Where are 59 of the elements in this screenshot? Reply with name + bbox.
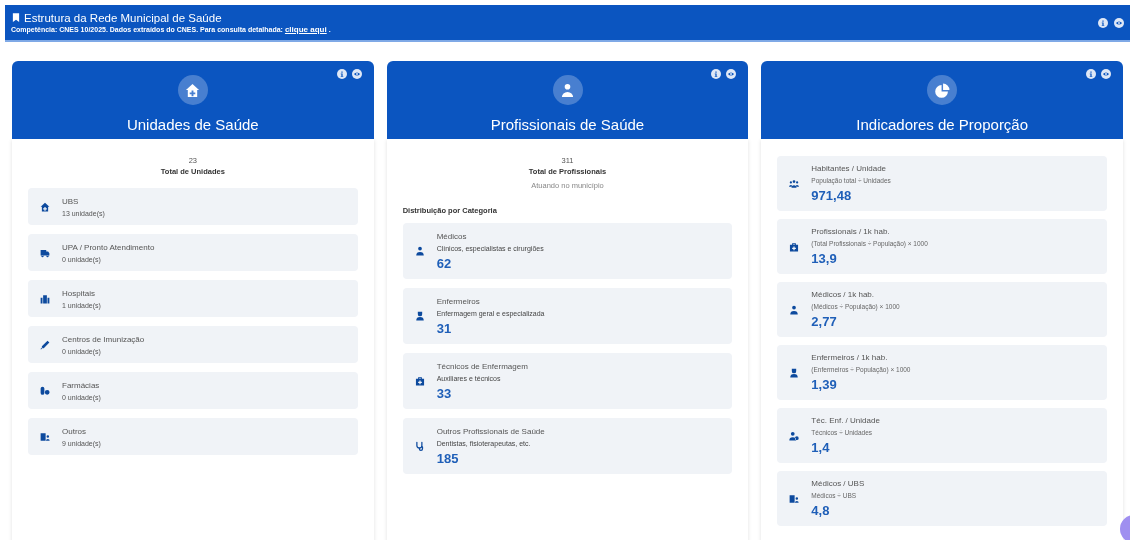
item-name: Médicos	[436, 231, 468, 241]
item-name: Habitantes / Unidade	[811, 164, 888, 173]
item-name: Hospitais	[62, 288, 96, 298]
medkit-icon	[789, 241, 800, 252]
item-value: 2,77	[811, 314, 838, 329]
item-value: 4,8	[811, 503, 831, 518]
info-icon[interactable]	[711, 69, 722, 79]
person-icon	[789, 304, 800, 315]
info-icon[interactable]	[1098, 17, 1108, 28]
item-name: UBS	[62, 196, 80, 206]
house-icon	[185, 82, 201, 98]
nurse-icon	[789, 367, 800, 378]
info-icon[interactable]	[336, 69, 347, 79]
item-name: Centros de Imunização	[62, 334, 145, 344]
pie-chart-icon	[934, 82, 950, 98]
truck-icon	[40, 247, 50, 258]
stethoscope-icon	[414, 441, 425, 451]
item-name: Profissionais / 1k hab.	[811, 227, 891, 236]
person-board-icon	[40, 431, 50, 442]
item-name: Enfermeiros	[436, 296, 481, 306]
eye-icon[interactable]	[1101, 69, 1111, 79]
syringe-icon	[40, 339, 50, 350]
item-value: 1,39	[811, 377, 838, 392]
item-value: 62	[436, 255, 453, 271]
item-value: 31	[436, 320, 453, 336]
nurse-icon	[414, 311, 425, 321]
person-board-icon	[789, 493, 800, 504]
item-name: Médicos / UBS	[811, 479, 865, 488]
info-icon[interactable]	[1086, 69, 1096, 79]
building-icon	[40, 293, 50, 304]
item-value: 33	[436, 385, 453, 401]
item-name: Téc. Enf. / Unidade	[811, 416, 880, 425]
item-value: 971,48	[811, 188, 853, 203]
medkit-icon	[414, 376, 425, 386]
card-title: Indicadores de Proporção	[856, 116, 1029, 133]
item-name: Farmácias	[62, 380, 101, 390]
page-title: Estrutura da Rede Municipal de Saúde	[24, 11, 222, 24]
item-name: Técnicos de Enfermagem	[436, 361, 528, 371]
eye-icon[interactable]	[351, 69, 362, 79]
person-gear-icon	[789, 430, 800, 441]
person-icon	[414, 246, 425, 256]
item-value: 1,4	[811, 440, 831, 455]
pills-icon	[40, 385, 50, 396]
card-title: Profissionais de Saúde	[490, 116, 645, 133]
doctor-icon	[560, 82, 575, 98]
bookmark-icon	[11, 12, 21, 23]
item-name: Outros Profissionais de Saúde	[436, 426, 545, 436]
item-name: UPA / Pronto Atendimento	[62, 242, 155, 252]
eye-icon[interactable]	[726, 69, 737, 79]
house-icon	[40, 201, 50, 212]
eye-icon[interactable]	[1114, 17, 1124, 28]
item-name: Médicos / 1k hab.	[811, 290, 876, 299]
people-icon	[789, 178, 800, 189]
item-value: 185	[436, 450, 460, 466]
details-link[interactable]: clique aqui	[284, 24, 327, 34]
item-value: 13,9	[811, 251, 838, 266]
item-name: Enfermeiros / 1k hab.	[811, 353, 889, 362]
card-title: Unidades de Saúde	[126, 116, 259, 133]
item-name: Outros	[62, 426, 87, 436]
